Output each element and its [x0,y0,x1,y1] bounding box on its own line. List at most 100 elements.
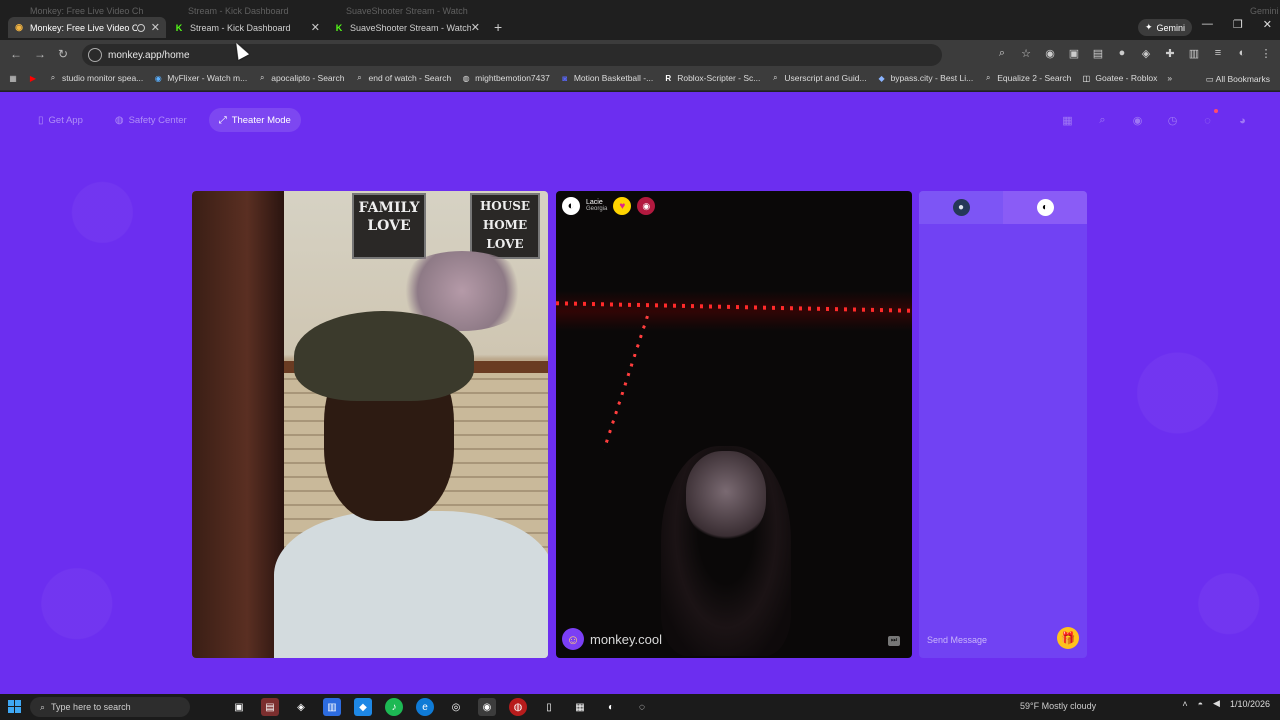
taskbar-search-label: Type here to search [51,702,131,712]
app-icon[interactable]: ◍ [509,698,527,716]
close-tab-icon[interactable]: ✕ [311,21,320,34]
profile-avatar-icon[interactable]: ◐ [1236,47,1248,60]
edge-icon[interactable]: e [416,698,434,716]
recording-icon [136,23,145,32]
address-bar[interactable]: monkey.app/home [82,44,942,66]
bookmark-item[interactable]: ◙ Motion Basketball -... [560,73,653,83]
bookmark-item[interactable]: R Roblox-Scripter - Sc... [663,73,760,83]
gemini-button[interactable]: ✦ Gemini [1137,19,1192,36]
youtube-icon[interactable]: ▶ [28,73,38,83]
bookmark-item[interactable]: ◍ mightbemotion7437 [461,73,550,83]
extension-icon[interactable]: ▣ [1068,47,1080,60]
extension-icon[interactable]: ◈ [1140,47,1152,60]
peer-avatar[interactable]: ◐ [562,197,580,215]
close-tab-icon[interactable]: ✕ [471,21,480,34]
all-bookmarks-button[interactable]: ▭ All Bookmarks [1206,74,1270,85]
chat-panel: ● ◐ 🎁 [919,191,1087,658]
monkey-app-page: ▯ Get App ◍ Safety Center ⤢ Theater Mode… [0,92,1280,694]
reload-icon[interactable]: ↻ [58,47,68,61]
wall-frame-text: HOUSE HOME LOVE [479,199,531,251]
shield-icon: ◍ [114,114,124,126]
bookmark-item[interactable]: ⌕ apocalipto - Search [257,73,345,83]
windows-start-icon[interactable] [8,700,21,713]
chat-tab-peer[interactable]: ◐ [1003,191,1087,224]
app-icon[interactable]: ◈ [292,698,310,716]
volume-icon[interactable]: ◀ [1213,698,1220,709]
extension-icon[interactable]: ▤ [1092,47,1104,60]
forward-icon[interactable]: → [34,47,46,61]
bookmark-item[interactable]: ◫ Goatee - Roblox [1081,73,1158,83]
peer-name: Lacie [586,199,603,206]
extensions-puzzle-icon[interactable]: ✚ [1164,47,1176,60]
chat-tab-self[interactable]: ● [919,191,1003,224]
bookmark-item[interactable]: ◆ bypass.city - Best Li... [877,73,974,83]
zoom-icon[interactable]: ⌕ [996,47,1008,60]
messages-icon[interactable]: ◌ [1198,111,1217,130]
media-icon[interactable]: ≡ [1212,47,1224,60]
bookmark-item[interactable]: ⌕ Equalize 2 - Search [983,73,1071,83]
bookmark-item[interactable]: ⌕ Userscript and Guid... [770,73,866,83]
bookmark-star-icon[interactable]: ☆ [1020,47,1032,60]
app-icon[interactable]: ▯ [540,698,558,716]
store-icon[interactable]: ▦ [1058,111,1077,130]
app-icon[interactable]: ◌ [633,698,651,716]
app-icon[interactable]: ▤ [261,698,279,716]
clock-date[interactable]: 1/10/2026 [1230,699,1270,709]
send-message-input[interactable] [927,630,1047,650]
tab-kick-dashboard[interactable]: K Stream - Kick Dashboard ✕ [168,17,326,38]
bookmarks-overflow-icon[interactable]: » [1167,73,1172,83]
wall-frame: HOUSE HOME LOVE [470,193,540,259]
tray-up-arrow-icon[interactable]: ˄ [1182,699,1187,709]
maximize-icon[interactable]: ❐ [1233,18,1243,31]
app-icon[interactable]: ◐ [602,698,620,716]
peer-avatar: ◐ [1036,199,1054,216]
new-tab-button[interactable]: + [494,17,502,38]
search-icon: ⌕ [40,701,46,712]
skip-icon[interactable]: ⏭ [888,636,900,646]
weather-text: 59°F Mostly cloudy [1020,701,1097,711]
theater-mode-button[interactable]: ⤢ Theater Mode [208,108,301,132]
ghost-tab: Gemini [1250,6,1279,16]
chrome-icon[interactable]: ◉ [478,698,496,716]
roblox-icon: R [665,73,672,83]
bookmark-item[interactable]: ⌕ studio monitor spea... [48,73,144,83]
bookmarks-bar: ▦ ▶ ⌕ studio monitor spea... ◉ MyFlixer - … [0,69,1280,91]
extension-icon[interactable]: ◉ [1044,47,1056,60]
app-icon[interactable]: ◎ [447,698,465,716]
back-icon[interactable]: ← [10,47,22,61]
network-icon[interactable]: ◓ [1198,699,1203,709]
taskbar-search[interactable]: ⌕ Type here to search [30,697,190,717]
menu-kebab-icon[interactable]: ⋮ [1260,47,1272,60]
search-icon[interactable]: ⌕ [1093,111,1112,130]
sidepanel-icon[interactable]: ▥ [1188,47,1200,60]
app-icon[interactable]: ◆ [354,698,372,716]
peer-name-block: Lacie Georgia [586,199,607,213]
weather-widget[interactable]: 59°F Mostly cloudy [1020,701,1096,711]
profile-icon[interactable]: ◕ [1233,111,1252,130]
chat-tabs: ● ◐ [919,191,1087,224]
bookmark-item[interactable]: ◉ MyFlixer - Watch m... [153,73,247,83]
bookmark-label: bypass.city - Best Li... [890,73,974,83]
tab-monkey[interactable]: ◉ Monkey: Free Live Video Ch ✕ [8,17,166,38]
site-info-icon[interactable] [88,48,102,62]
friends-icon[interactable]: ◉ [1128,111,1147,130]
phone-icon: ▯ [38,114,44,126]
search-icon: ⌕ [773,73,778,82]
tab-suaveshooter[interactable]: K SuaveShooter Stream - Watch ✕ [328,17,486,38]
safety-center-button[interactable]: ◍ Safety Center [105,108,197,132]
app-icon[interactable]: ▦ [571,698,589,716]
extension-icon[interactable]: ● [1116,47,1128,60]
spotify-icon[interactable]: ♪ [385,698,403,716]
video-person [686,451,766,541]
app-icon[interactable]: ▥ [323,698,341,716]
close-window-icon[interactable]: ✕ [1263,18,1272,31]
bookmark-item[interactable]: ⌕ end of watch - Search [354,73,451,83]
get-app-button[interactable]: ▯ Get App [28,108,93,132]
history-icon[interactable]: ◷ [1163,111,1182,130]
video-person [274,311,548,658]
minimize-icon[interactable]: — [1202,18,1213,31]
gift-button[interactable]: 🎁 [1057,627,1079,649]
task-view-icon[interactable]: ▣ [230,698,248,716]
close-tab-icon[interactable]: ✕ [151,21,160,34]
apps-grid-icon[interactable]: ▦ [8,73,18,83]
